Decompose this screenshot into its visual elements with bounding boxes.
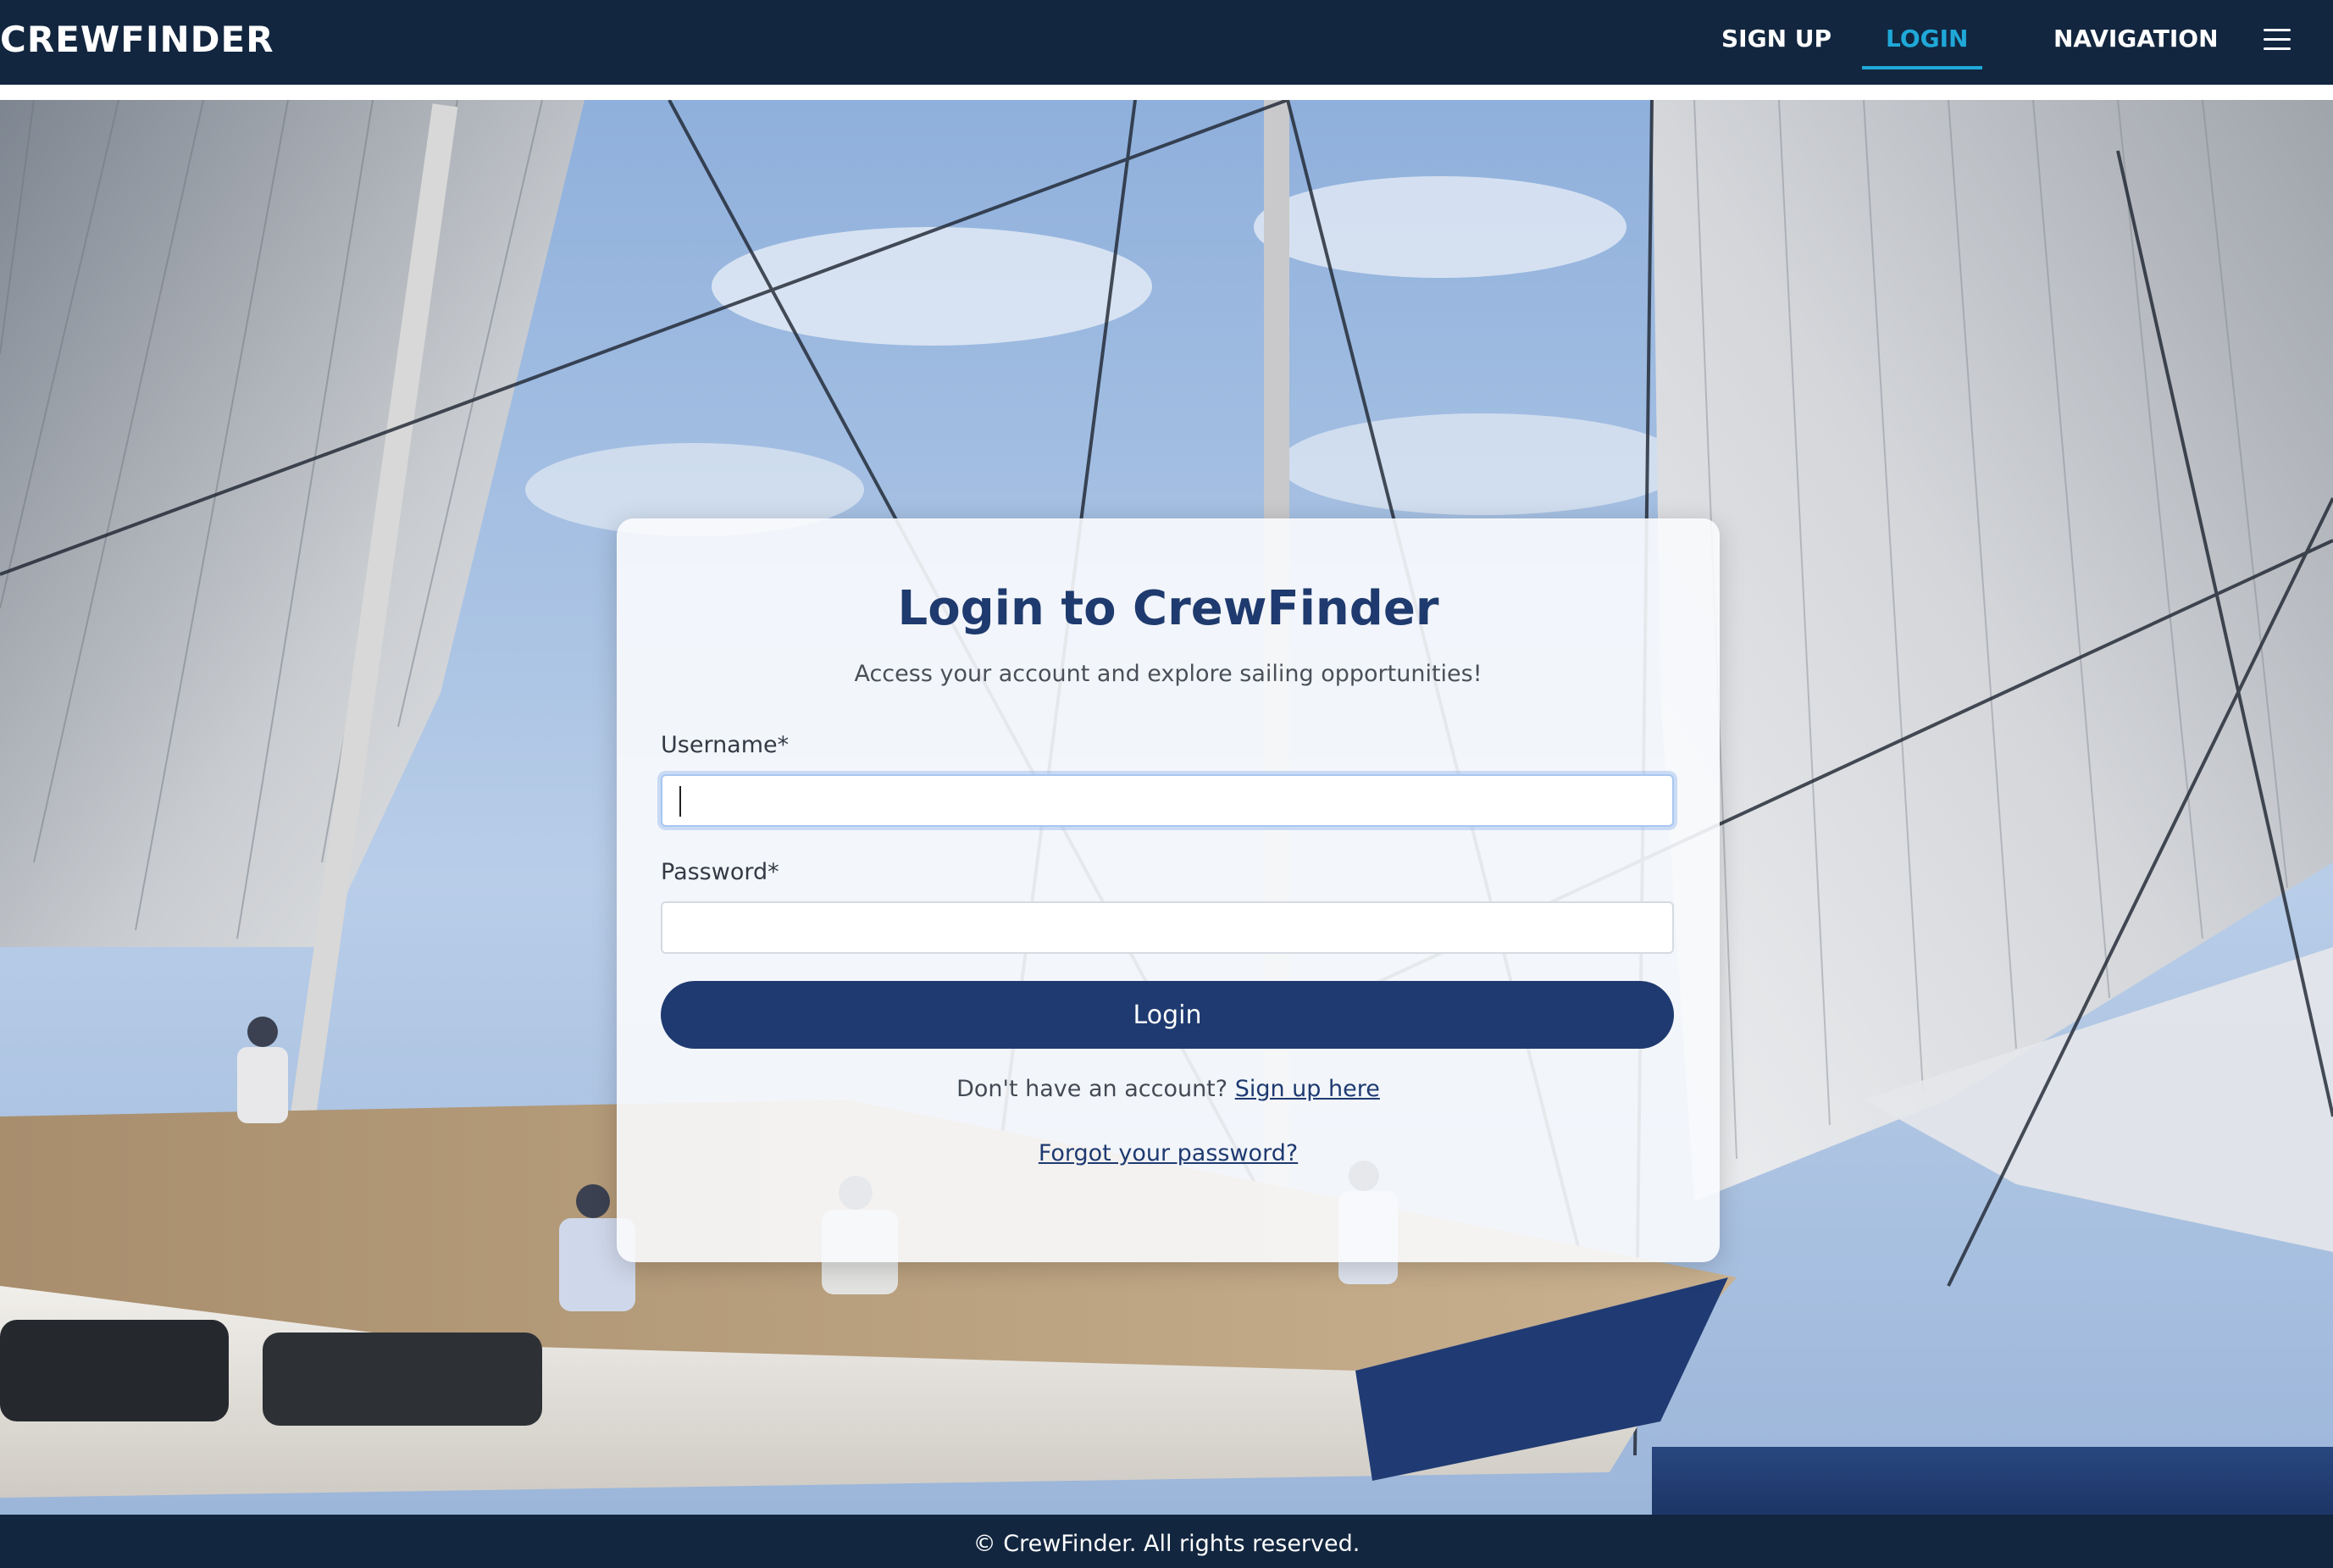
forgot-password-link[interactable]: Forgot your password? xyxy=(1039,1140,1298,1166)
footer-copyright: © CrewFinder. All rights reserved. xyxy=(973,1531,1360,1557)
password-input[interactable] xyxy=(661,901,1674,954)
hamburger-menu-icon[interactable] xyxy=(2264,29,2291,51)
active-nav-indicator xyxy=(1862,66,1982,69)
signup-prompt-text: Don't have an account? xyxy=(956,1076,1228,1102)
login-title: Login to CrewFinder xyxy=(897,581,1439,636)
signup-prompt-row: Don't have an account? Sign up here xyxy=(617,1074,1720,1105)
signup-here-link[interactable]: Sign up here xyxy=(1235,1076,1380,1102)
nav-sign-up-link[interactable]: SIGN UP xyxy=(1721,0,1831,78)
login-subtitle: Access your account and explore sailing … xyxy=(854,661,1482,687)
page-footer: © CrewFinder. All rights reserved. xyxy=(0,1515,2333,1568)
username-input[interactable] xyxy=(661,774,1674,827)
login-button[interactable]: Login xyxy=(661,981,1674,1049)
username-label: Username* xyxy=(661,732,790,758)
forgot-password-row: Forgot your password? xyxy=(617,1139,1720,1169)
password-label: Password* xyxy=(661,859,779,885)
nav-navigation-link[interactable]: NAVIGATION xyxy=(2053,0,2219,78)
top-navbar: CREWFINDER SIGN UP LOGIN NAVIGATION xyxy=(0,0,2333,85)
text-caret xyxy=(679,786,681,817)
login-card: Login to CrewFinder Access your account … xyxy=(617,518,1720,1262)
brand-logo[interactable]: CREWFINDER xyxy=(0,0,274,81)
